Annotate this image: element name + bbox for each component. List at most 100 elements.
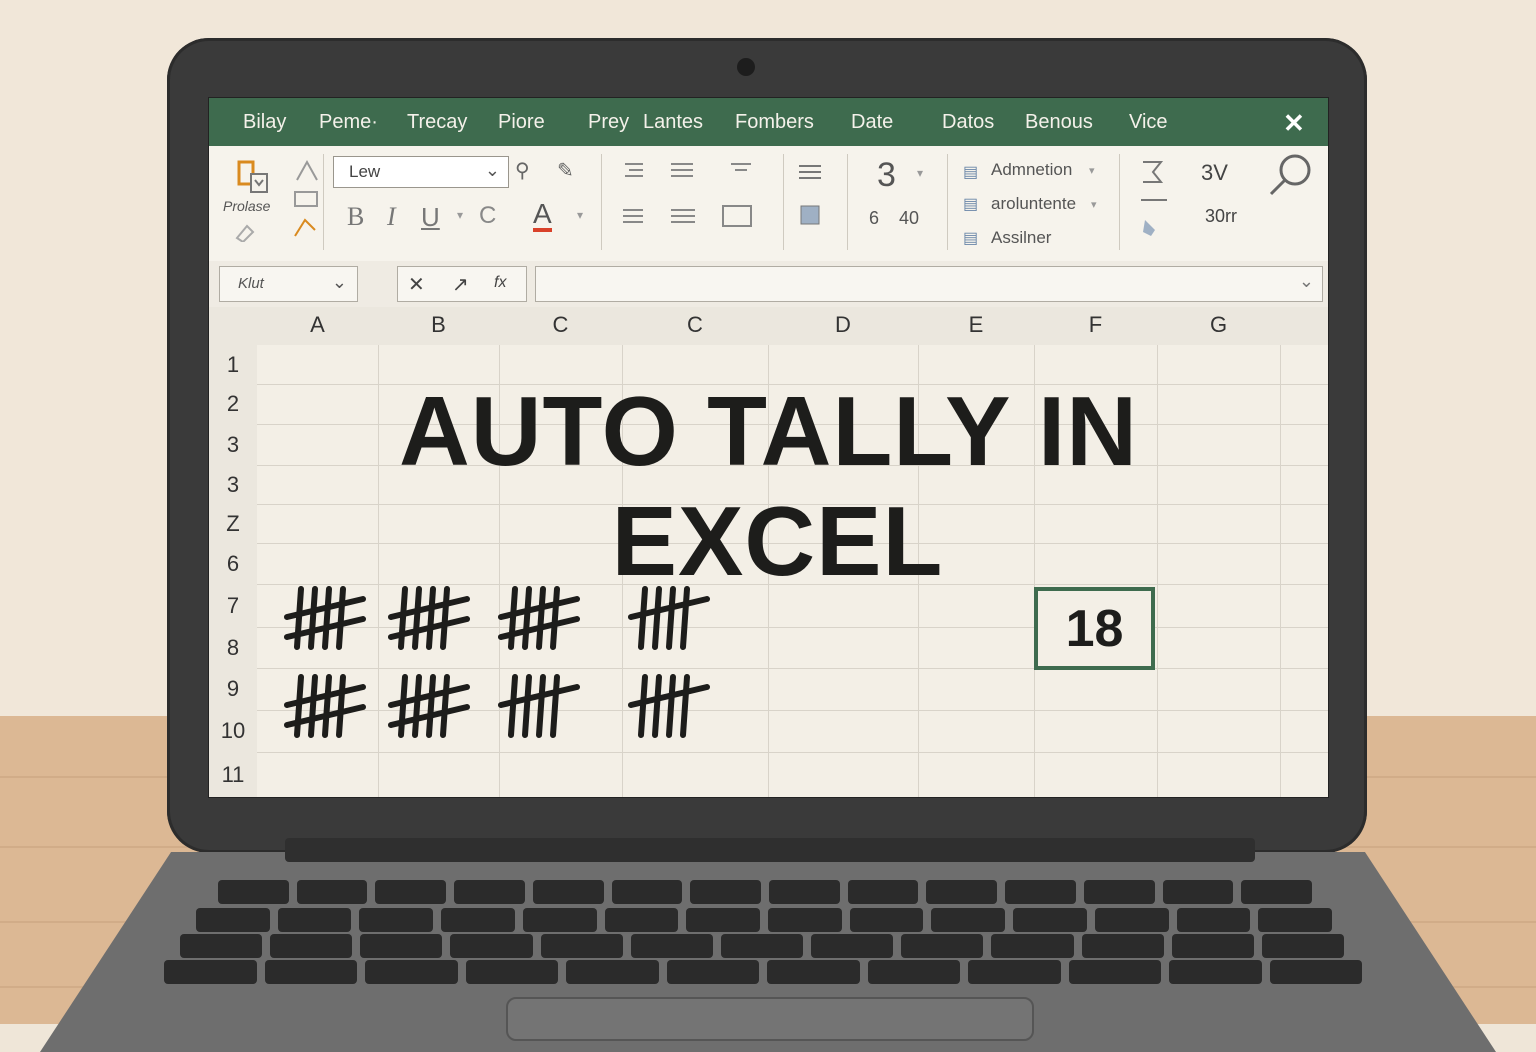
font-name-select[interactable]: Lew ⌄ [333,156,509,188]
autosum-button[interactable]: 3V [1201,160,1228,186]
tally-stroke [652,586,662,650]
alignment-icons[interactable] [619,160,789,240]
tally-mark-group [498,674,580,738]
border-button[interactable]: C [479,202,496,230]
chevron-down-icon[interactable]: ⌄ [1299,271,1314,292]
keyboard-key [359,908,434,932]
decimal-decrease-button[interactable]: 40 [899,208,919,229]
tally-mark-group [388,674,470,738]
column-header[interactable]: C [622,307,769,345]
sort-filter-button[interactable]: 30rr [1205,206,1237,227]
tally-stroke [294,586,304,650]
tally-stroke [680,674,690,738]
keyboard-key [690,880,761,904]
menu-item-trecay[interactable]: Trecay [407,111,467,134]
tally-stroke [398,586,408,650]
tally-result-cell[interactable]: 18 [1034,587,1155,670]
formula-input[interactable]: ⌄ [535,266,1323,302]
style-conditional-formatting[interactable]: Admnetion [991,160,1072,180]
font-color-button[interactable]: A [533,200,552,232]
menu-item-vice[interactable]: Vice [1129,111,1168,134]
column-header[interactable]: G [1157,307,1281,345]
menu-item-benous[interactable]: Benous [1025,111,1093,134]
keyboard-key [441,908,515,932]
font-color-dropdown-icon[interactable]: ▾ [577,208,583,222]
bold-button[interactable]: B [347,202,364,232]
fill-clear-icons[interactable] [1137,158,1171,244]
name-box-value: Klut [238,275,264,292]
tally-stroke [666,586,676,650]
cancel-button[interactable]: ✕ [408,272,425,297]
keyboard-key [931,908,1006,932]
decimal-increase-button[interactable]: 6 [869,208,879,229]
keyboard-key [767,960,860,984]
close-button[interactable]: ✕ [1283,108,1305,139]
column-header[interactable]: B [378,307,500,345]
menu-item-prey[interactable]: Prey [588,111,629,134]
menu-item-date[interactable]: Date [851,111,893,134]
keyboard-key [454,880,525,904]
keyboard-key [465,960,558,984]
tally-stroke [426,586,436,650]
row-header[interactable]: 9 [209,668,257,711]
keyboard-key [686,908,760,932]
search-icon[interactable] [1267,152,1313,198]
keyboard-key [1005,880,1076,904]
keyboard-key [1241,880,1312,904]
row-header[interactable]: 7 [209,584,257,628]
select-all-corner[interactable] [209,307,258,345]
underline-button[interactable]: U [421,202,440,233]
tally-stroke [536,674,546,738]
font-size-icon[interactable]: ⚲ [515,158,530,183]
menu-item-fombers[interactable]: Fombers [735,111,814,134]
underline-dropdown-icon[interactable]: ▾ [457,208,463,222]
menu-item-piore[interactable]: Piore [498,111,545,134]
keyboard-key [901,934,984,958]
keyboard-key [532,880,604,904]
keyboard-key [365,960,458,984]
keyboard-key [164,960,257,984]
cut-copy-icons[interactable] [289,158,323,242]
row-header[interactable]: 11 [209,752,257,797]
italic-button[interactable]: I [387,202,396,232]
column-header[interactable]: C [499,307,623,345]
number-format-dropdown-icon[interactable]: ▾ [917,166,923,180]
menu-item-bilay[interactable]: Bilay [243,111,286,134]
column-header[interactable]: A [257,307,379,345]
font-name-value: Lew [349,162,381,181]
row-header[interactable]: 1 [209,345,257,385]
row-header[interactable]: 8 [209,627,257,669]
column-header[interactable]: E [918,307,1035,345]
chevron-down-icon: ⌄ [484,160,500,180]
keyboard-key [849,908,924,932]
tally-stroke [322,674,332,738]
keyboard-key [1171,934,1254,958]
name-box[interactable]: Klut ⌄ [219,266,358,302]
style-format-as-table[interactable]: aroluntente [991,194,1076,214]
tally-mark-group [628,674,710,738]
row-header[interactable]: 10 [209,710,257,753]
number-format-top[interactable]: 3 [877,156,896,195]
insert-function-button[interactable]: fx [494,274,506,292]
format-painter-icon[interactable] [233,218,263,242]
column-header[interactable]: F [1034,307,1158,345]
keyboard-key [926,880,998,904]
trackpad [506,997,1034,1041]
menu-item-datos[interactable]: Datos [942,111,994,134]
spreadsheet-grid[interactable]: A B C C D E F G 1 2 3 3 Z 6 7 8 9 10 11 AUTO TALLY… [209,307,1328,797]
pen-icon[interactable]: ✎ [557,158,574,183]
chevron-down-icon: ▾ [1089,165,1095,177]
enter-button[interactable]: ↗ [452,272,469,297]
keyboard-key [1081,934,1164,958]
wrap-text-icon[interactable] [795,162,825,232]
menu-item-peme[interactable]: Peme· [319,111,378,134]
keyboard-key [769,880,840,904]
tally-stroke [638,586,648,650]
style-cell-styles[interactable]: Assilner [991,228,1051,248]
menu-item-lantes[interactable]: Lantes [643,111,703,134]
cell-styles-icon: ▤ [963,230,979,247]
column-header[interactable]: D [768,307,919,345]
tally-stroke [638,674,648,738]
paste-icon[interactable] [233,158,277,198]
tally-mark-group [498,586,580,650]
